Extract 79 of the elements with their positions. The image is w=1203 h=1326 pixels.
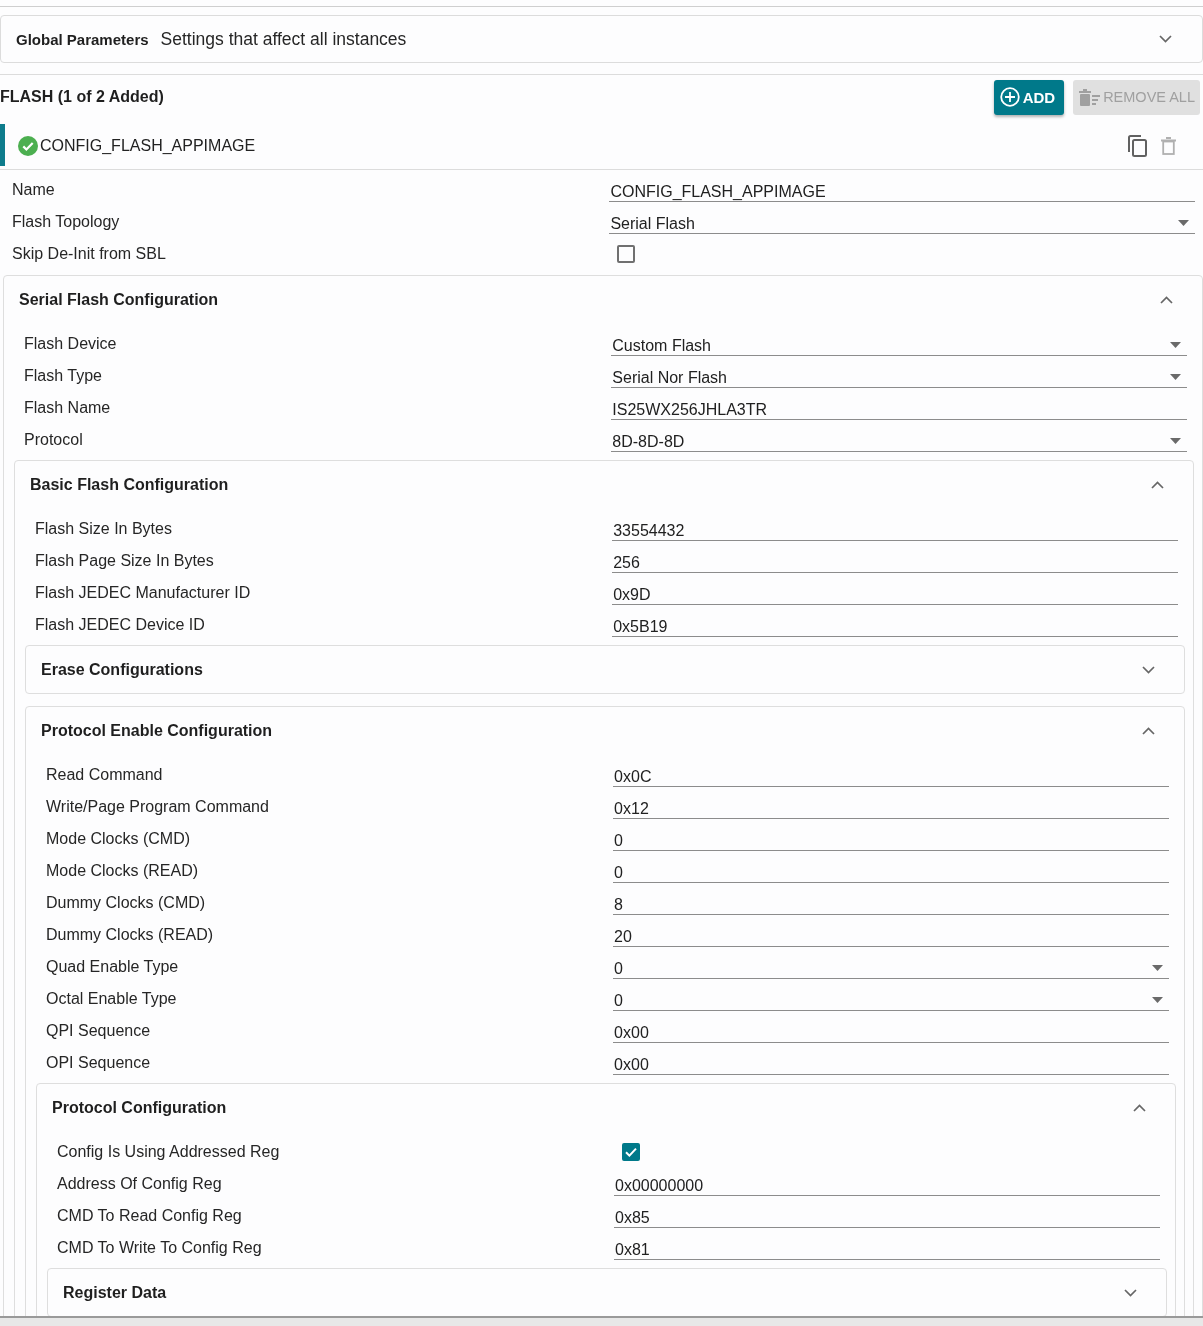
field-label: Skip De-Init from SBL: [12, 245, 166, 263]
chevron-up-icon[interactable]: [1133, 1103, 1146, 1112]
field-label: CMD To Write To Config Reg: [57, 1239, 262, 1257]
text-field[interactable]: IS25WX256JHLA3TR: [611, 398, 1187, 420]
section-title: Protocol Configuration: [52, 1098, 227, 1117]
text-field[interactable]: CONFIG_FLASH_APPIMAGE: [609, 180, 1195, 202]
caret-icon[interactable]: [1170, 437, 1181, 444]
dropdown-field[interactable]: Serial Flash: [609, 212, 1195, 234]
field-label: Mode Clocks (CMD): [46, 830, 190, 848]
field-label: Flash Topology: [12, 213, 120, 231]
field-label: Name: [12, 181, 55, 199]
module-title: FLASH (1 of 2 Added): [0, 88, 164, 106]
dropdown-field[interactable]: Custom Flash: [611, 334, 1187, 356]
field-label: Flash Page Size In Bytes: [35, 552, 214, 570]
field-label: Flash Name: [24, 399, 111, 417]
text-field[interactable]: 0x81: [614, 1238, 1160, 1260]
text-field[interactable]: 0: [613, 861, 1169, 883]
section-title: Serial Flash Configuration: [19, 290, 219, 309]
checkmark-icon: [625, 1147, 637, 1157]
global-parameters-panel[interactable]: Global Parameters Settings that affect all instances: [0, 15, 1203, 63]
trash-lines-icon: [1079, 88, 1101, 106]
chevron-up-icon[interactable]: [1160, 295, 1173, 304]
instance-name[interactable]: CONFIG_FLASH_APPIMAGE: [40, 137, 256, 155]
field-label: OPI Sequence: [46, 1054, 151, 1072]
field-label: Flash Type: [24, 367, 102, 385]
field-label: Config Is Using Addressed Reg: [57, 1143, 280, 1161]
caret-icon[interactable]: [1170, 341, 1181, 348]
field-label: Protocol: [24, 431, 83, 449]
text-field[interactable]: 0x00000000: [614, 1174, 1160, 1196]
field-label: Write/Page Program Command: [46, 798, 269, 816]
chevron-down-icon[interactable]: [1159, 35, 1172, 43]
section-title: Protocol Enable Configuration: [41, 721, 273, 740]
field-label: Address Of Config Reg: [57, 1175, 222, 1193]
text-field[interactable]: 0x12: [613, 797, 1169, 819]
text-field[interactable]: 0x5B19: [612, 615, 1178, 637]
text-field[interactable]: 256: [612, 551, 1178, 573]
text-field[interactable]: 0x9D: [612, 583, 1178, 605]
field-label: Mode Clocks (READ): [46, 862, 199, 880]
text-field[interactable]: 8: [613, 893, 1169, 915]
dropdown-field[interactable]: Serial Nor Flash: [611, 366, 1187, 388]
field-label: Octal Enable Type: [46, 990, 177, 1008]
text-field[interactable]: 33554432: [612, 519, 1178, 541]
add-button[interactable]: ADD: [993, 79, 1065, 115]
panel-title: Global Parameters: [16, 30, 149, 48]
field-label: Flash Device: [24, 335, 117, 353]
text-field[interactable]: 0x00: [613, 1021, 1169, 1043]
plus-circle-icon: [999, 87, 1020, 107]
checkbox[interactable]: [622, 1143, 640, 1161]
field-label: Read Command: [46, 766, 163, 784]
field-label: Flash JEDEC Device ID: [35, 616, 205, 634]
text-field[interactable]: 0x0C: [613, 765, 1169, 787]
section-title: Basic Flash Configuration: [30, 475, 229, 494]
caret-icon[interactable]: [1170, 373, 1181, 380]
text-field[interactable]: 0: [613, 829, 1169, 851]
field-label: Dummy Clocks (CMD): [46, 894, 206, 912]
text-field[interactable]: 0x00: [613, 1053, 1169, 1075]
field-label: Quad Enable Type: [46, 958, 179, 976]
caret-icon[interactable]: [1152, 964, 1163, 971]
dropdown-field[interactable]: 8D-8D-8D: [611, 430, 1187, 452]
chevron-up-icon[interactable]: [1151, 480, 1164, 489]
caret-icon[interactable]: [1178, 219, 1189, 226]
dropdown-field[interactable]: 0: [613, 989, 1169, 1011]
text-field[interactable]: 0x85: [614, 1206, 1160, 1228]
chevron-up-icon[interactable]: [1142, 726, 1155, 735]
section-title: Register Data: [63, 1283, 167, 1302]
chevron-down-icon[interactable]: [1124, 1288, 1137, 1297]
text-field[interactable]: 20: [613, 925, 1169, 947]
field-label: Flash JEDEC Manufacturer ID: [35, 584, 251, 602]
field-label: Dummy Clocks (READ): [46, 926, 214, 944]
dropdown-field[interactable]: 0: [613, 957, 1169, 979]
checkbox[interactable]: [617, 245, 636, 263]
field-label: QPI Sequence: [46, 1022, 151, 1040]
copy-icon[interactable]: [1127, 135, 1147, 157]
field-label: CMD To Read Config Reg: [57, 1207, 242, 1225]
chevron-down-icon[interactable]: [1142, 665, 1155, 674]
section-title: Erase Configurations: [41, 660, 203, 679]
panel-description: Settings that affect all instances: [160, 28, 407, 50]
field-label: Flash Size In Bytes: [35, 520, 172, 538]
caret-icon[interactable]: [1152, 996, 1163, 1003]
